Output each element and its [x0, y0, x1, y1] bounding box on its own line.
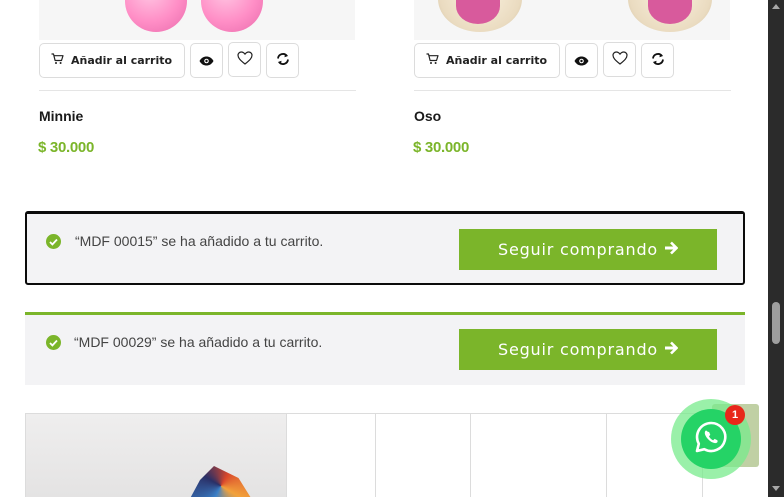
wishlist-button[interactable] [603, 42, 637, 77]
cart-notice: “MDF 00015” se ha añadido a tu carrito. … [25, 211, 745, 285]
arrow-right-icon [664, 340, 679, 359]
product-divider [414, 90, 731, 91]
product-actions-minnie: Añadir al carrito [39, 42, 300, 78]
add-to-cart-button[interactable]: Añadir al carrito [414, 43, 561, 78]
add-to-cart-label: Añadir al carrito [71, 54, 173, 67]
heart-icon [611, 50, 628, 69]
continue-shopping-button[interactable]: Seguir comprando [459, 329, 717, 370]
cart-icon [426, 53, 439, 68]
arrow-right-icon [664, 240, 679, 259]
quick-view-button[interactable] [190, 43, 224, 78]
continue-shopping-label: Seguir comprando [497, 240, 658, 259]
product-divider [39, 90, 356, 91]
heart-icon [236, 50, 253, 69]
add-to-cart-button[interactable]: Añadir al carrito [39, 43, 186, 78]
notification-badge: 1 [725, 405, 745, 425]
whatsapp-icon [694, 420, 728, 458]
continue-shopping-label: Seguir comprando [497, 340, 658, 359]
refresh-icon [651, 51, 665, 70]
quick-view-button[interactable] [565, 43, 599, 78]
product-image-oso[interactable] [414, 0, 730, 40]
product-price: $ 30.000 [413, 139, 469, 156]
scroll-up-arrow-icon[interactable] [772, 4, 780, 9]
product-title[interactable]: Oso [414, 108, 441, 124]
cart-notice-message: “MDF 00029” se ha añadido a tu carrito. [74, 334, 323, 350]
product-price: $ 30.000 [38, 139, 94, 156]
cart-notice-message: “MDF 00015” se ha añadido a tu carrito. [75, 233, 324, 249]
compare-button[interactable] [266, 43, 300, 78]
compare-button[interactable] [641, 43, 675, 78]
page-scrollbar[interactable] [768, 0, 784, 497]
product-image-minnie[interactable] [39, 0, 355, 40]
check-circle-icon [46, 335, 61, 350]
product-title[interactable]: Minnie [39, 108, 83, 124]
wishlist-button[interactable] [228, 42, 262, 77]
eye-icon [199, 51, 214, 70]
continue-shopping-button[interactable]: Seguir comprando [459, 229, 717, 270]
scroll-down-arrow-icon[interactable] [772, 486, 780, 491]
eye-icon [574, 51, 589, 70]
cart-notice: “MDF 00029” se ha añadido a tu carrito. … [25, 312, 745, 385]
check-circle-icon [46, 234, 61, 249]
scrollbar-thumb[interactable] [772, 302, 780, 344]
add-to-cart-label: Añadir al carrito [446, 54, 548, 67]
cart-item-thumbnail[interactable] [26, 414, 286, 497]
product-actions-oso: Añadir al carrito [414, 42, 675, 78]
refresh-icon [276, 51, 290, 70]
cart-icon [51, 53, 64, 68]
